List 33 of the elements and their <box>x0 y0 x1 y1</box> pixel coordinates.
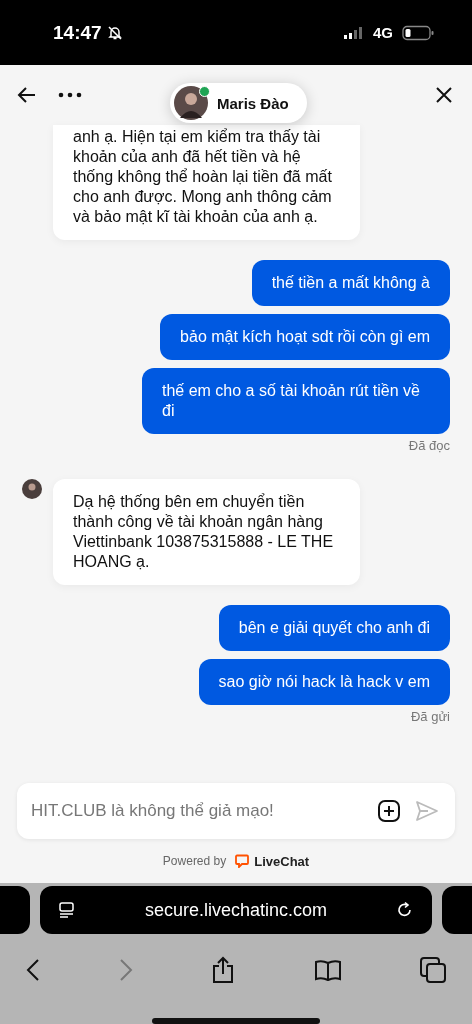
page-menu-icon[interactable] <box>58 901 76 919</box>
powered-by-label: Powered by <box>162 854 227 868</box>
avatar <box>174 86 208 120</box>
network-type: 4G <box>373 24 393 41</box>
visitor-message: bên e giải quyết cho anh đi <box>218 605 450 651</box>
message-field[interactable]: HIT.CLUB là không thể giả mạo! <box>17 783 455 839</box>
brand-name: LiveChat <box>254 853 310 869</box>
reload-icon[interactable] <box>396 901 414 919</box>
chat-bubble-icon <box>235 854 250 868</box>
adjacent-tab[interactable] <box>442 886 472 934</box>
visitor-message: thế tiền a mất không à <box>251 260 450 306</box>
visitor-message: thế em cho a số tài khoản rút tiền về đi <box>142 368 450 434</box>
battery-icon <box>402 24 434 41</box>
agent-name: Maris Đào <box>217 94 289 112</box>
signal-icon <box>344 26 364 39</box>
add-attachment-icon[interactable] <box>377 799 401 823</box>
more-icon[interactable] <box>58 92 82 98</box>
tabs-icon[interactable] <box>420 957 446 983</box>
share-icon[interactable] <box>211 956 235 984</box>
visitor-message: sao giờ nói hack là hack v em <box>198 659 450 705</box>
message-status: Đã gửi <box>410 709 450 724</box>
visitor-message: bảo mật kích hoạt sdt rồi còn gì em <box>160 314 450 360</box>
agent-message: Dạ hệ thống bên em chuyển tiền thành công về tài khoản ngân hàng Viettinbank 103875315888 - LE THE HOANG ạ. <box>53 479 360 585</box>
address-bar[interactable]: secure.livechatinc.com <box>40 886 432 934</box>
agent-message: anh ạ. Hiện tại em kiểm tra thấy tài khoản của anh đã hết tiền và hệ thống không thể hoàn lại tiền đã mất cho anh được. Mong anh thông cảm và bảo mật kĩ tài khoản của anh ạ. <box>53 125 360 240</box>
adjacent-tab[interactable] <box>0 886 30 934</box>
close-icon[interactable] <box>434 85 454 105</box>
book-icon[interactable] <box>313 959 342 981</box>
back-icon[interactable] <box>26 958 40 982</box>
status-time: 14:47 <box>53 21 102 44</box>
message-status: Đã đọc <box>408 438 450 453</box>
muted-bell-icon <box>106 24 123 41</box>
message-input[interactable]: HIT.CLUB là không thể giả mạo! <box>29 800 363 822</box>
